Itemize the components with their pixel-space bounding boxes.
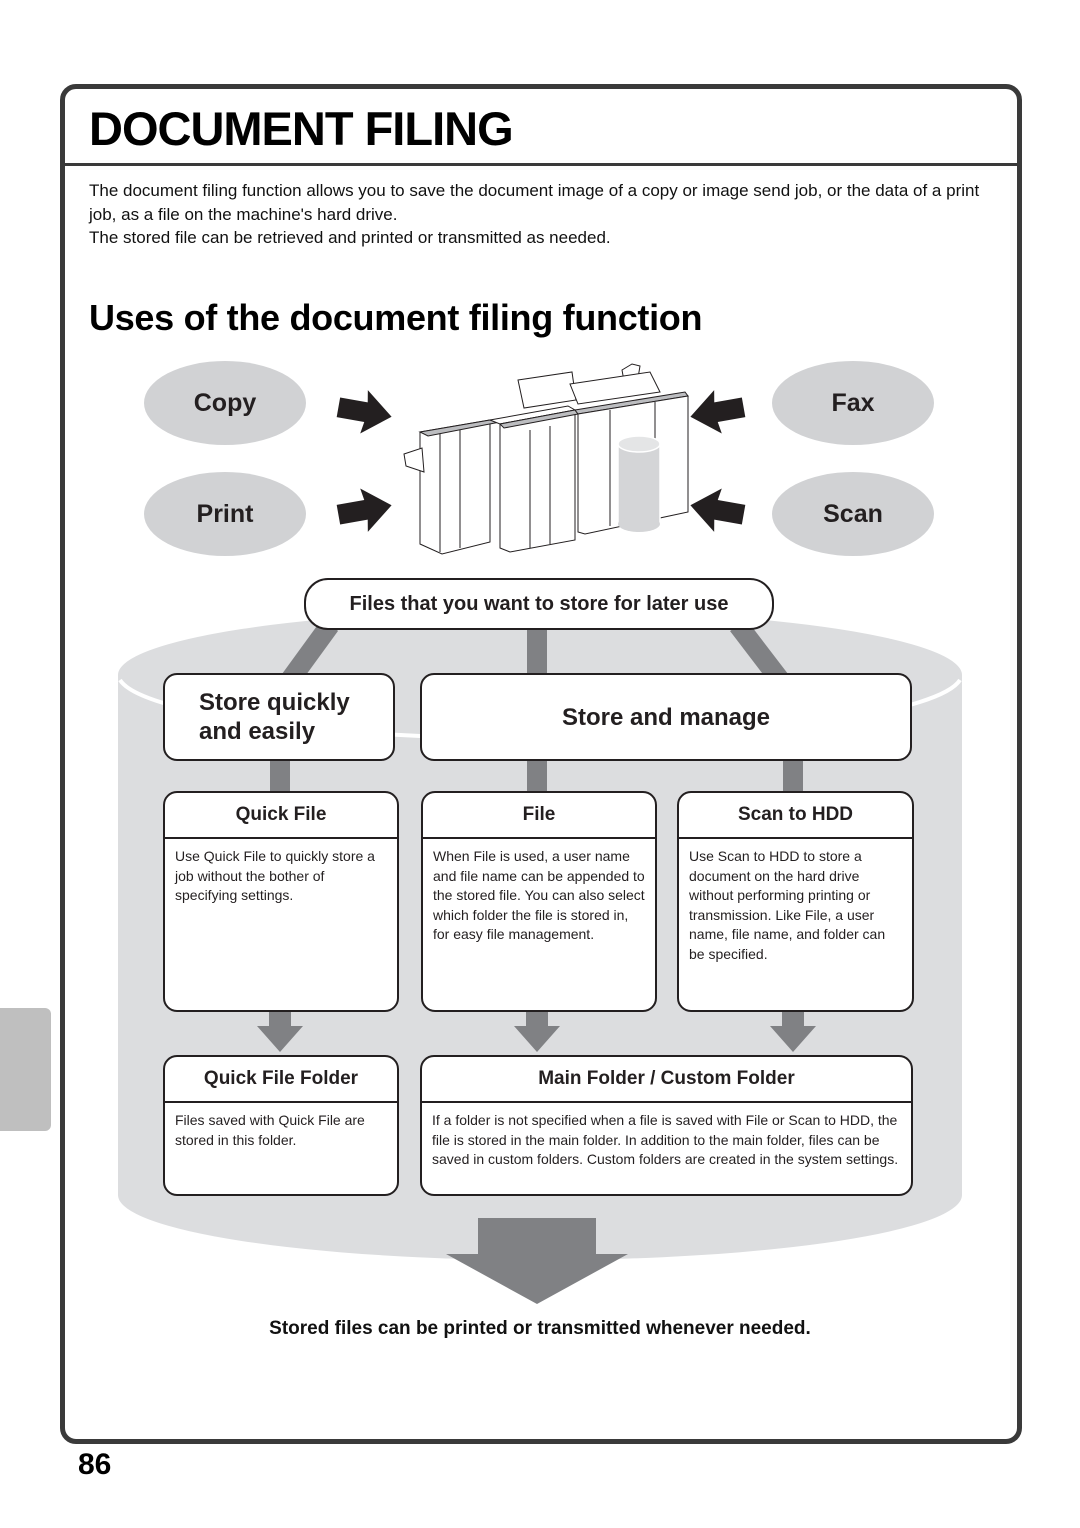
arrow-left-icon [690,488,746,532]
folder-description: If a folder is not specified when a file… [432,1112,899,1168]
title-bar: DOCUMENT FILING [65,89,1017,166]
category-store-quickly: Store quickly and easily [163,673,395,761]
mode-description: When File is used, a user name and file … [433,848,645,943]
folder-title: Quick File Folder [165,1057,397,1103]
hard-drive-cylinder [617,435,661,532]
page-title: DOCUMENT FILING [89,102,514,155]
folder-main-custom: Main Folder / Custom Folder If a folder … [420,1055,913,1196]
mode-description: Use Scan to HDD to store a document on t… [689,848,886,962]
arrow-right-icon [336,488,392,532]
source-fax: Fax [772,361,934,445]
source-print: Print [144,472,306,556]
mode-scan-to-hdd: Scan to HDD Use Scan to HDD to store a d… [677,791,914,1012]
source-scan: Scan [772,472,934,556]
source-fax-label: Fax [831,388,875,417]
chapter-side-tab [0,1008,51,1131]
mode-title: Scan to HDD [679,793,912,839]
source-scan-label: Scan [823,499,883,528]
category-store-manage-label: Store and manage [561,703,771,731]
intro-paragraph: The document filing function allows you … [89,181,980,224]
mode-file: File When File is used, a user name and … [421,791,657,1012]
files-to-store-label: Files that you want to store for later u… [304,578,774,630]
arrow-right-icon [336,390,392,434]
section-subtitle: Uses of the document filing function [89,297,703,338]
folder-description: Files saved with Quick File are stored i… [175,1112,365,1148]
conclusion-text: Stored files can be printed or transmitt… [269,1318,811,1339]
category-store-quickly-label: Store quickly and easily [199,689,350,745]
folder-quick-file: Quick File Folder Files saved with Quick… [163,1055,399,1196]
mode-title: Quick File [165,793,397,839]
intro-paragraph: The stored file can be retrieved and pri… [89,228,611,247]
category-store-manage: Store and manage [420,673,912,761]
mode-description: Use Quick File to quickly store a job wi… [175,848,375,904]
files-to-store-text: Files that you want to store for later u… [349,592,729,615]
folder-title: Main Folder / Custom Folder [422,1057,911,1103]
mode-quick-file: Quick File Use Quick File to quickly sto… [163,791,399,1012]
mode-title: File [423,793,655,839]
source-copy-label: Copy [193,388,257,417]
mfp-machine-illustration [403,363,689,555]
arrow-left-icon [690,390,746,434]
source-copy: Copy [144,361,306,445]
source-print-label: Print [196,499,254,528]
page-number: 86 [78,1448,112,1481]
intro-text: The document filing function allows you … [89,179,999,250]
